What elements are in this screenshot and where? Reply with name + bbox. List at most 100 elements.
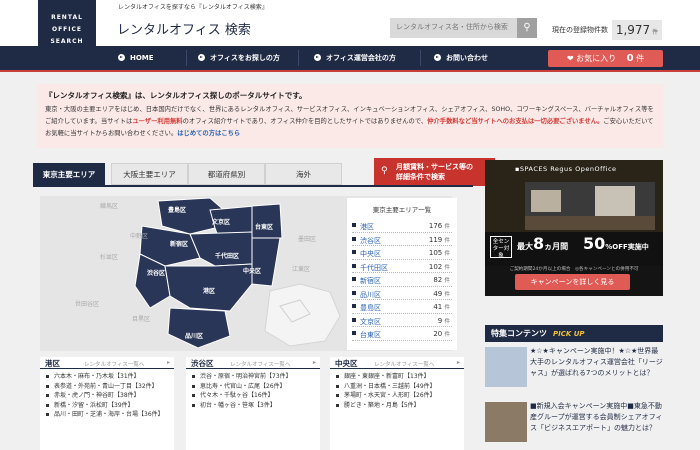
subarea-link[interactable]: 新橋・汐留・浜松町【39件】 [46,401,174,411]
map-label-meguro: 目黒区 [132,316,150,323]
subarea-link[interactable]: 赤坂・虎ノ門・神谷町【38件】 [46,391,174,401]
ranking-count: 20 件 [433,330,450,338]
offer-discount-value: 50 [583,234,606,253]
ranking-ward-name[interactable]: 千代田区 [360,263,388,273]
tab-tokyo[interactable]: 東京主要エリア [33,163,105,185]
search-button[interactable]: ⚲ [517,18,537,38]
ward-subarea-list: 銀座・東銀座・新富町【13件】 八重洲・日本橋・三越前【49件】 茅場町・水天宮… [330,369,464,410]
subarea-link[interactable]: 勝どき・築地・月島【5件】 [336,401,464,411]
offer-discount: 50%OFF実施中 [583,234,649,253]
map-label-suginami: 杉並区 [100,253,118,261]
ranking-row[interactable]: 豊島区 41 件 [352,300,452,314]
ranking-count: 176 件 [429,222,450,230]
tab-osaka[interactable]: 大阪主要エリア [111,163,188,185]
ranking-ward-name[interactable]: 渋谷区 [360,236,381,246]
nav-operators[interactable]: オフィス運営会社の方 [314,46,396,70]
ranking-ward-name[interactable]: 港区 [360,222,374,232]
feature-link[interactable]: ■新規入会キャンペーン実施中■東急不動産グループが運営する会員制シェアオフィス「… [530,401,663,434]
ranking-ward-name[interactable]: 中央区 [360,249,381,259]
ranking-row[interactable]: 港区 176 件 [352,219,452,233]
banner-note: ご契約期間24か月以上の場合 ◎各キャンペーンとの併用不可 [509,267,639,272]
ranking-ward-name[interactable]: 品川区 [360,290,381,300]
map-label-shibuya: 渋谷区 [147,269,165,277]
ward-section-chuo: 中央区 レンタルオフィス一覧へ ▸ 銀座・東銀座・新富町【13件】 八重洲・日本… [330,357,464,450]
subarea-link[interactable]: 代々木・千駄ヶ谷【16件】 [192,391,320,401]
square-bullet-icon [352,317,356,322]
search-icon: ⚲ [381,166,388,176]
campaign-details-button[interactable]: キャンペーンを詳しく見る [515,274,630,290]
ranking-count-value: 102 [428,262,443,271]
favorites-button[interactable]: ❤ お気に入り 0 件 [548,50,663,67]
subarea-link[interactable]: 恵比寿・代官山・広尾【26件】 [192,382,320,392]
ranking-ward-name[interactable]: 台東区 [360,330,381,340]
subarea-link[interactable]: 渋谷・原宿・明治神宮前【73件】 [192,372,320,382]
ward-section-header[interactable]: 中央区 レンタルオフィス一覧へ ▸ [330,357,464,369]
site-title[interactable]: レンタルオフィス 検索 [117,19,251,38]
notice-body: 東京・大阪の主要エリアをはじめ、日本国内だけでなく、世界にあるレンタルオフィス、… [45,104,655,140]
nav-divider [186,50,187,66]
chevron-right-icon [118,53,125,61]
ward-list-link[interactable]: レンタルオフィス一覧へ [84,360,144,368]
ranking-count-unit: 件 [444,305,450,311]
tab-overseas[interactable]: 海外 [265,163,342,185]
site-header: RENTAL OFFICE SEARCH レンタルオフィスを探すなら『レンタルオ… [0,0,700,68]
ranking-row[interactable]: 品川区 49 件 [352,287,452,300]
ranking-row[interactable]: 渋谷区 119 件 [352,233,452,246]
desk-shape [525,216,655,230]
ranking-row[interactable]: 文京区 9 件 [352,314,452,327]
detailed-search-button[interactable]: ⚲ 月額賃料・サービス等の 詳細条件で検索 [374,158,495,186]
ranking-ward-name[interactable]: 豊島区 [360,303,381,313]
feature-thumbnail[interactable] [485,347,527,387]
ward-section-header[interactable]: 港区 レンタルオフィス一覧へ ▸ [40,357,174,369]
ranking-count-unit: 件 [444,224,450,230]
ranking-count-unit: 件 [444,291,450,298]
ranking-count: 119 件 [429,236,450,244]
subarea-link[interactable]: 八重洲・日本橋・三越前【49件】 [336,382,464,392]
ranking-ward-name[interactable]: 文京区 [360,317,381,327]
features-header: 特集コンテンツ PICK UP [485,325,663,342]
ranking-ward-name[interactable]: 新宿区 [360,276,381,286]
ranking-count: 49 件 [433,290,450,298]
ranking-row[interactable]: 新宿区 82 件 [352,273,452,287]
notice-free-highlight: ユーザー利用無料 [132,118,183,125]
feature-item[interactable]: ■新規入会キャンペーン実施中■東急不動産グループが運営する会員制シェアオフィス「… [485,402,663,450]
search-input[interactable] [390,18,517,38]
square-bullet-icon [352,223,356,227]
feature-item[interactable]: ★☆★キャンペーン実施中！★☆★世界最大手のレンタルオフィス運営会社「リージャス… [485,347,663,397]
nav-contact[interactable]: お問い合わせ [434,46,488,70]
site-logo[interactable]: RENTAL OFFICE SEARCH [38,0,96,68]
subarea-link[interactable]: 表参道・外苑前・青山一丁目【32件】 [46,382,174,392]
beginners-link[interactable]: はじめての方はこちら [177,130,240,137]
ward-list-link[interactable]: レンタルオフィス一覧へ [374,360,434,368]
square-bullet-icon [352,304,356,308]
nav-home[interactable]: HOME [118,46,154,70]
ranking-count-value: 41 [433,303,443,311]
ranking-count-value: 105 [428,249,443,257]
nav-office-seekers[interactable]: オフィスをお探しの方 [198,46,280,70]
map-label-koto: 江東区 [292,265,310,273]
ranking-row[interactable]: 中央区 105 件 [352,246,452,260]
chevron-right-icon [434,53,441,61]
window-shape [531,190,561,212]
offer-months-suffix: ヵ月間 [544,242,569,251]
ranking-row[interactable]: 千代田区 102 件 [352,260,452,273]
feature-link[interactable]: ★☆★キャンペーン実施中！★☆★世界最大手のレンタルオフィス運営会社「リージャス… [530,346,663,379]
ranking-count: 41 件 [433,303,450,311]
pickup-label: PICK UP [553,330,585,338]
square-bullet-icon [352,236,356,241]
subarea-link[interactable]: 茅場町・水天宮・人形町【26件】 [336,391,464,401]
subarea-link[interactable]: 六本木・麻布・乃木坂【31件】 [46,372,174,382]
ward-list-link[interactable]: レンタルオフィス一覧へ [230,360,290,368]
banner-offer: 全センター対象 最大8ヵ月間 50%OFF実施中 [485,232,663,266]
subarea-link[interactable]: 品川・田町・芝浦・海岸・台場【36件】 [46,410,174,420]
ward-section-header[interactable]: 渋谷区 レンタルオフィス一覧へ ▸ [186,357,320,369]
tabs-underline [33,185,473,187]
window-shape [595,186,635,216]
campaign-banner[interactable]: ▪SPACES Regus OpenOffice 全センター対象 最大8ヵ月間 … [485,160,663,296]
feature-thumbnail[interactable] [485,402,527,442]
tab-prefecture[interactable]: 都道府県別 [188,163,265,185]
logo-line-1: RENTAL [51,14,83,21]
subarea-link[interactable]: 銀座・東銀座・新富町【13件】 [336,372,464,382]
subarea-link[interactable]: 初台・幡ヶ谷・笹塚【3件】 [192,401,320,411]
ranking-row[interactable]: 台東区 20 件 [352,327,452,341]
